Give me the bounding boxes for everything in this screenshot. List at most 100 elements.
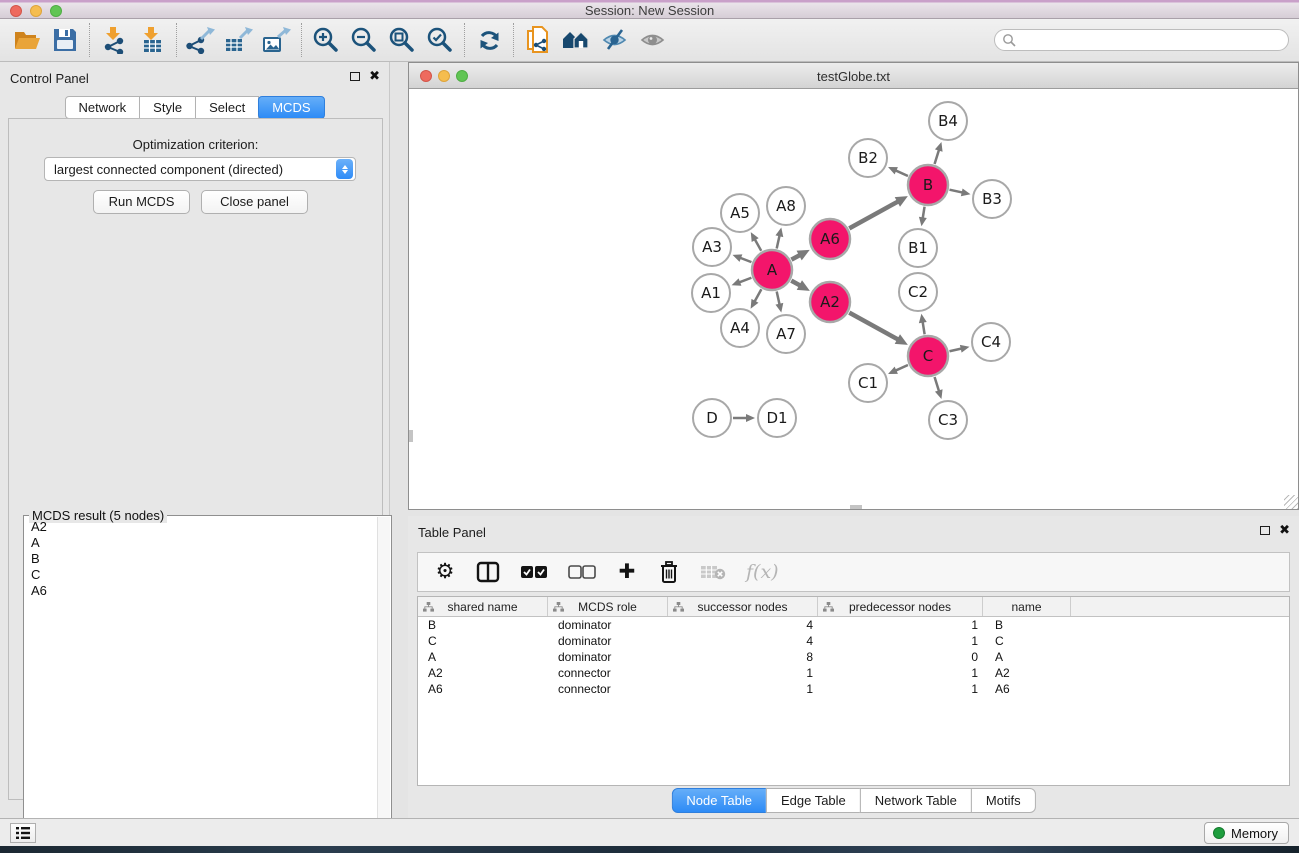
resize-grip-icon[interactable] (1284, 495, 1298, 509)
graph-edge-B-B2[interactable] (895, 170, 908, 176)
cell-mcds-role[interactable]: connector (548, 666, 668, 680)
mcds-result-item[interactable]: B (25, 551, 376, 567)
graph-node-C[interactable]: C (908, 336, 948, 376)
graph-edge-A-A7[interactable] (777, 291, 780, 304)
apply-function-button[interactable]: f(x) (746, 561, 779, 583)
table-settings-button[interactable]: ⚙ (434, 562, 456, 582)
table-row[interactable]: Adominator80A (418, 649, 1289, 665)
tab-edge-table[interactable]: Edge Table (766, 788, 861, 813)
cell-successor-nodes[interactable]: 1 (668, 682, 818, 696)
graph-node-D[interactable]: D (693, 399, 731, 437)
graph-edge-A2-C[interactable] (849, 313, 898, 340)
column-header-mcds-role[interactable]: MCDS role (548, 597, 668, 616)
graph-edge-C-C3[interactable] (935, 377, 939, 391)
cell-mcds-role[interactable]: dominator (548, 634, 668, 648)
cell-successor-nodes[interactable]: 8 (668, 650, 818, 664)
graph-node-C1[interactable]: C1 (849, 364, 887, 402)
table-row[interactable]: Cdominator41C (418, 633, 1289, 649)
home-button[interactable] (557, 21, 595, 59)
graph-edge-B-B1[interactable] (923, 207, 925, 219)
graph-edge-C-C2[interactable] (923, 322, 925, 335)
graph-node-B3[interactable]: B3 (973, 180, 1011, 218)
cell-mcds-role[interactable]: dominator (548, 650, 668, 664)
graph-node-B[interactable]: B (908, 165, 948, 205)
cell-successor-nodes[interactable]: 4 (668, 634, 818, 648)
graph-edge-C-C1[interactable] (895, 365, 908, 371)
column-header-predecessor-nodes[interactable]: predecessor nodes (818, 597, 983, 616)
float-panel-icon[interactable] (350, 72, 360, 81)
delete-table-button[interactable] (700, 563, 726, 581)
mcds-result-list[interactable]: A2ABCA6 (25, 519, 376, 853)
tab-style[interactable]: Style (139, 96, 196, 119)
graph-node-C4[interactable]: C4 (972, 323, 1010, 361)
graph-node-A5[interactable]: A5 (721, 194, 759, 232)
graph-node-A3[interactable]: A3 (693, 228, 731, 266)
clone-network-button[interactable] (519, 21, 557, 59)
close-panel-icon[interactable]: ✖ (369, 71, 380, 81)
zoom-selected-button[interactable] (421, 21, 459, 59)
cell-shared-name[interactable]: B (418, 618, 548, 632)
graph-node-A1[interactable]: A1 (692, 274, 730, 312)
zoom-in-button[interactable] (307, 21, 345, 59)
cell-successor-nodes[interactable]: 4 (668, 618, 818, 632)
cell-name[interactable]: A6 (983, 682, 1071, 696)
cell-name[interactable]: C (983, 634, 1071, 648)
deselect-all-columns-button[interactable] (568, 565, 596, 579)
graph-node-B4[interactable]: B4 (929, 102, 967, 140)
cell-predecessor-nodes[interactable]: 1 (818, 634, 983, 648)
table-row[interactable]: A6connector11A6 (418, 681, 1289, 697)
select-all-columns-button[interactable] (520, 565, 548, 579)
column-header-name[interactable]: name (983, 597, 1071, 616)
tab-motifs[interactable]: Motifs (971, 788, 1036, 813)
split-columns-button[interactable] (476, 561, 500, 583)
graph-edge-A6-B[interactable] (849, 201, 898, 228)
window-titlebar[interactable]: Session: New Session (0, 0, 1299, 19)
graph-edge-C-C4[interactable] (949, 349, 961, 352)
node-table[interactable]: shared nameMCDS rolesuccessor nodesprede… (417, 596, 1290, 786)
import-table-button[interactable] (133, 21, 171, 59)
cell-predecessor-nodes[interactable]: 1 (818, 666, 983, 680)
tab-node-table[interactable]: Node Table (671, 788, 767, 813)
graph-node-C2[interactable]: C2 (899, 273, 937, 311)
table-row[interactable]: Bdominator41B (418, 617, 1289, 633)
add-column-button[interactable]: ✚ (616, 562, 638, 582)
mcds-result-item[interactable]: A2 (25, 519, 376, 535)
export-network-button[interactable] (182, 21, 220, 59)
graph-edge-A-A5[interactable] (755, 239, 762, 251)
graph-node-A4[interactable]: A4 (721, 309, 759, 347)
column-header-successor-nodes[interactable]: successor nodes (668, 597, 818, 616)
cell-mcds-role[interactable]: connector (548, 682, 668, 696)
graph-edge-A-A6[interactable] (791, 255, 800, 260)
cell-predecessor-nodes[interactable]: 1 (818, 682, 983, 696)
vertical-scroll-indicator[interactable] (409, 430, 413, 442)
graph-edge-A-A8[interactable] (777, 235, 780, 248)
run-mcds-button[interactable]: Run MCDS (93, 190, 190, 214)
optimization-criterion-select[interactable]: largest connected component (directed) (44, 157, 356, 181)
tab-mcds[interactable]: MCDS (258, 96, 324, 119)
graph-node-B1[interactable]: B1 (899, 229, 937, 267)
graph-edge-A-A4[interactable] (754, 289, 761, 301)
cell-successor-nodes[interactable]: 1 (668, 666, 818, 680)
mcds-result-item[interactable]: A (25, 535, 376, 551)
memory-button[interactable]: Memory (1204, 822, 1289, 844)
graph-edge-B-B3[interactable] (949, 190, 962, 193)
task-history-button[interactable] (10, 823, 36, 843)
graph-edge-A-A3[interactable] (740, 258, 751, 262)
graph-node-A8[interactable]: A8 (767, 187, 805, 225)
tab-select[interactable]: Select (195, 96, 259, 119)
graph-edge-A-A2[interactable] (791, 281, 800, 286)
search-input[interactable] (994, 29, 1289, 51)
tab-network[interactable]: Network (64, 96, 140, 119)
graph-node-D1[interactable]: D1 (758, 399, 796, 437)
graph-node-C3[interactable]: C3 (929, 401, 967, 439)
delete-column-button[interactable] (658, 560, 680, 584)
refresh-button[interactable] (470, 21, 508, 59)
cell-shared-name[interactable]: C (418, 634, 548, 648)
cell-shared-name[interactable]: A2 (418, 666, 548, 680)
float-table-panel-icon[interactable] (1260, 526, 1270, 535)
hide-graphics-details-button[interactable] (595, 21, 633, 59)
graph-edge-A-A1[interactable] (739, 278, 751, 283)
export-image-button[interactable] (258, 21, 296, 59)
result-scrollbar[interactable] (377, 517, 390, 853)
graph-node-A7[interactable]: A7 (767, 315, 805, 353)
